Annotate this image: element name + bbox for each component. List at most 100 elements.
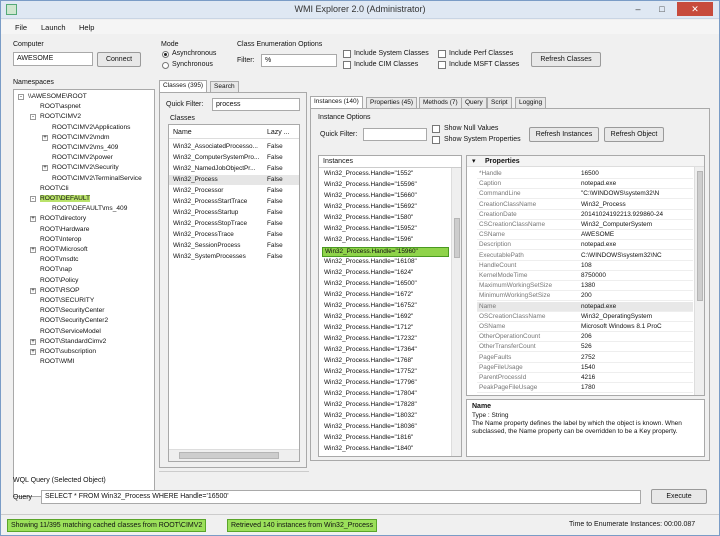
property-row[interactable]: PageFaults 2752 bbox=[477, 353, 693, 363]
property-row[interactable]: HandleCount 108 bbox=[477, 261, 693, 271]
namespace-node[interactable]: ROOT\subscription bbox=[40, 348, 96, 355]
connect-button[interactable]: Connect bbox=[97, 52, 141, 67]
namespace-node[interactable]: ROOT\nap bbox=[40, 266, 72, 273]
namespace-node[interactable]: ROOT\CIMV2 bbox=[40, 113, 81, 120]
namespace-node[interactable]: ROOT\StandardCimv2 bbox=[40, 338, 106, 345]
instance-row[interactable]: Win32_Process.Handle="17364" bbox=[322, 346, 449, 356]
namespace-node[interactable]: ROOT\SECURITY bbox=[40, 297, 94, 304]
namespace-node[interactable]: ROOT\aspnet bbox=[40, 103, 81, 110]
instance-row[interactable]: Win32_Process.Handle="1712" bbox=[322, 324, 449, 334]
classes-hscrollbar[interactable] bbox=[169, 449, 299, 461]
namespace-node[interactable]: ROOT\Cli bbox=[40, 185, 69, 192]
namespace-node[interactable]: ROOT\DEFAULT bbox=[40, 195, 91, 202]
class-row[interactable]: Win32_ProcessStartTrace False bbox=[169, 197, 299, 207]
property-row[interactable]: MinimumWorkingSetSize 200 bbox=[477, 291, 693, 302]
property-row[interactable]: Caption notepad.exe bbox=[477, 179, 693, 190]
instance-row[interactable]: Win32_Process.Handle="1768" bbox=[322, 357, 449, 367]
tab-search[interactable]: Search bbox=[210, 81, 239, 92]
namespace-node[interactable]: ROOT\WMI bbox=[40, 358, 74, 365]
class-row[interactable]: Win32_ProcessStartup False bbox=[169, 208, 299, 218]
tree-expander[interactable]: - bbox=[18, 94, 24, 100]
property-row[interactable]: Description notepad.exe bbox=[477, 240, 693, 251]
class-row[interactable]: Win32_ComputerSystemPro... False bbox=[169, 153, 299, 163]
tree-expander[interactable]: - bbox=[30, 196, 36, 202]
tab-instances[interactable]: Instances (140) bbox=[310, 96, 363, 108]
refresh-instances-button[interactable]: Refresh Instances bbox=[529, 127, 599, 142]
property-row[interactable]: OtherOperationCount 206 bbox=[477, 332, 693, 343]
property-row[interactable]: OSCreationClassName Win32_OperatingSystem bbox=[477, 312, 693, 322]
instance-row[interactable]: Win32_Process.Handle="16752" bbox=[322, 302, 449, 312]
tab-query[interactable]: Query bbox=[461, 97, 487, 108]
include-perf-checkbox[interactable] bbox=[438, 50, 446, 58]
instance-filter-input[interactable] bbox=[363, 128, 427, 141]
include-msft-checkbox[interactable] bbox=[438, 61, 446, 69]
instance-row[interactable]: Win32_Process.Handle="15660" bbox=[322, 192, 449, 202]
instance-row[interactable]: Win32_Process.Handle="18036" bbox=[322, 423, 449, 433]
instance-row[interactable]: Win32_Process.Handle="1816" bbox=[322, 434, 449, 444]
quick-filter-input[interactable]: process bbox=[212, 98, 300, 111]
instances-vscrollbar[interactable] bbox=[451, 168, 461, 456]
instances-list[interactable]: Instances Win32_Process.Handle="1552" Win… bbox=[318, 155, 462, 457]
instances-vscroll-thumb[interactable] bbox=[454, 218, 460, 258]
instance-row[interactable]: Win32_Process.Handle="17796" bbox=[322, 379, 449, 389]
namespace-node[interactable]: ROOT\Hardware bbox=[40, 226, 89, 233]
property-row[interactable]: PageFileUsage 1540 bbox=[477, 363, 693, 373]
namespace-node[interactable]: ROOT\CIMV2\TerminalService bbox=[52, 175, 142, 182]
property-row[interactable]: ParentProcessId 4216 bbox=[477, 373, 693, 383]
class-row[interactable]: Win32_ProcessStopTrace False bbox=[169, 219, 299, 229]
execute-button[interactable]: Execute bbox=[651, 489, 707, 504]
namespace-node[interactable]: ROOT\SecurityCenter2 bbox=[40, 317, 108, 324]
instance-row[interactable]: Win32_Process.Handle="17232" bbox=[322, 335, 449, 345]
classes-hscroll-thumb[interactable] bbox=[179, 452, 279, 459]
property-row[interactable]: Name notepad.exe bbox=[477, 301, 693, 312]
namespace-node[interactable]: ROOT\msdtc bbox=[40, 256, 78, 263]
instance-row[interactable]: Win32_Process.Handle="1840" bbox=[322, 445, 449, 455]
show-null-checkbox[interactable] bbox=[432, 125, 440, 133]
instance-row[interactable]: Win32_Process.Handle="15692" bbox=[322, 203, 449, 213]
property-row[interactable]: CreationClassName Win32_Process bbox=[477, 200, 693, 210]
tab-logging[interactable]: Logging bbox=[515, 97, 547, 108]
namespace-node[interactable]: ROOT\CIMV2\ms_409 bbox=[52, 144, 118, 151]
instance-row[interactable]: Win32_Process.Handle="1596" bbox=[322, 236, 449, 246]
property-row[interactable]: *Handle 16500 bbox=[477, 169, 693, 179]
async-radio[interactable] bbox=[162, 51, 169, 58]
namespace-node[interactable]: ROOT\CIMV2\Applications bbox=[52, 124, 130, 131]
sync-radio[interactable] bbox=[162, 62, 169, 69]
include-system-checkbox[interactable] bbox=[343, 50, 351, 58]
properties-grid[interactable]: ▾ Properties *Handle 16500 Caption notepad.… bbox=[466, 155, 705, 396]
instance-row[interactable]: Win32_Process.Handle="15952" bbox=[322, 225, 449, 235]
query-input[interactable]: SELECT * FROM Win32_Process WHERE Handle… bbox=[41, 490, 641, 504]
instance-row[interactable]: Win32_Process.Handle="17752" bbox=[322, 368, 449, 378]
property-row[interactable]: CSName AWESOME bbox=[477, 230, 693, 241]
namespace-node[interactable]: ROOT\CIMV2\Security bbox=[52, 164, 119, 171]
instance-row[interactable]: Win32_Process.Handle="1552" bbox=[322, 170, 449, 180]
tree-expander[interactable]: + bbox=[30, 247, 36, 253]
tree-expander[interactable]: + bbox=[30, 338, 36, 345]
instance-row[interactable]: Win32_Process.Handle="17828" bbox=[322, 401, 449, 411]
instance-row[interactable]: Win32_Process.Handle="1672" bbox=[322, 291, 449, 301]
namespace-node[interactable]: \\AWESOME\ROOT bbox=[28, 93, 87, 100]
namespace-node[interactable]: ROOT\Microsoft bbox=[40, 246, 88, 253]
property-row[interactable]: CreationDate 20141024192213.929860-24 bbox=[477, 210, 693, 220]
namespace-node[interactable]: ROOT\CIMV2\mdm bbox=[52, 134, 110, 141]
col-name-header[interactable]: Name bbox=[173, 129, 192, 136]
property-row[interactable]: OSName Microsoft Windows 8.1 ProC bbox=[477, 322, 693, 332]
col-lazy-header[interactable]: Lazy ... bbox=[267, 129, 290, 136]
show-system-checkbox[interactable] bbox=[432, 136, 440, 144]
namespace-node[interactable]: ROOT\Interop bbox=[40, 236, 81, 243]
instance-row[interactable]: Win32_Process.Handle="16108" bbox=[322, 258, 449, 268]
menu-file[interactable]: File bbox=[15, 23, 27, 32]
property-row[interactable]: PeakPageFileUsage 1780 bbox=[477, 383, 693, 394]
classes-list[interactable]: Name Lazy ... Win32_AssociatedProcesso..… bbox=[168, 124, 300, 462]
include-cim-checkbox[interactable] bbox=[343, 61, 351, 69]
property-row[interactable]: CommandLine "C:\WINDOWS\system32\N bbox=[477, 189, 693, 200]
instance-row[interactable]: Win32_Process.Handle="17804" bbox=[322, 390, 449, 400]
property-row[interactable]: CSCreationClassName Win32_ComputerSystem bbox=[477, 220, 693, 230]
tree-expander[interactable]: + bbox=[30, 349, 36, 355]
property-row[interactable]: MaximumWorkingSetSize 1380 bbox=[477, 281, 693, 292]
namespace-node[interactable]: ROOT\SecurityCenter bbox=[40, 307, 105, 314]
tab-classes[interactable]: Classes (395) bbox=[159, 80, 208, 92]
namespace-node[interactable]: ROOT\CIMV2\power bbox=[52, 154, 113, 161]
namespace-node[interactable]: ROOT\directory bbox=[40, 215, 86, 222]
property-row[interactable]: KernelModeTime 8750000 bbox=[477, 271, 693, 281]
